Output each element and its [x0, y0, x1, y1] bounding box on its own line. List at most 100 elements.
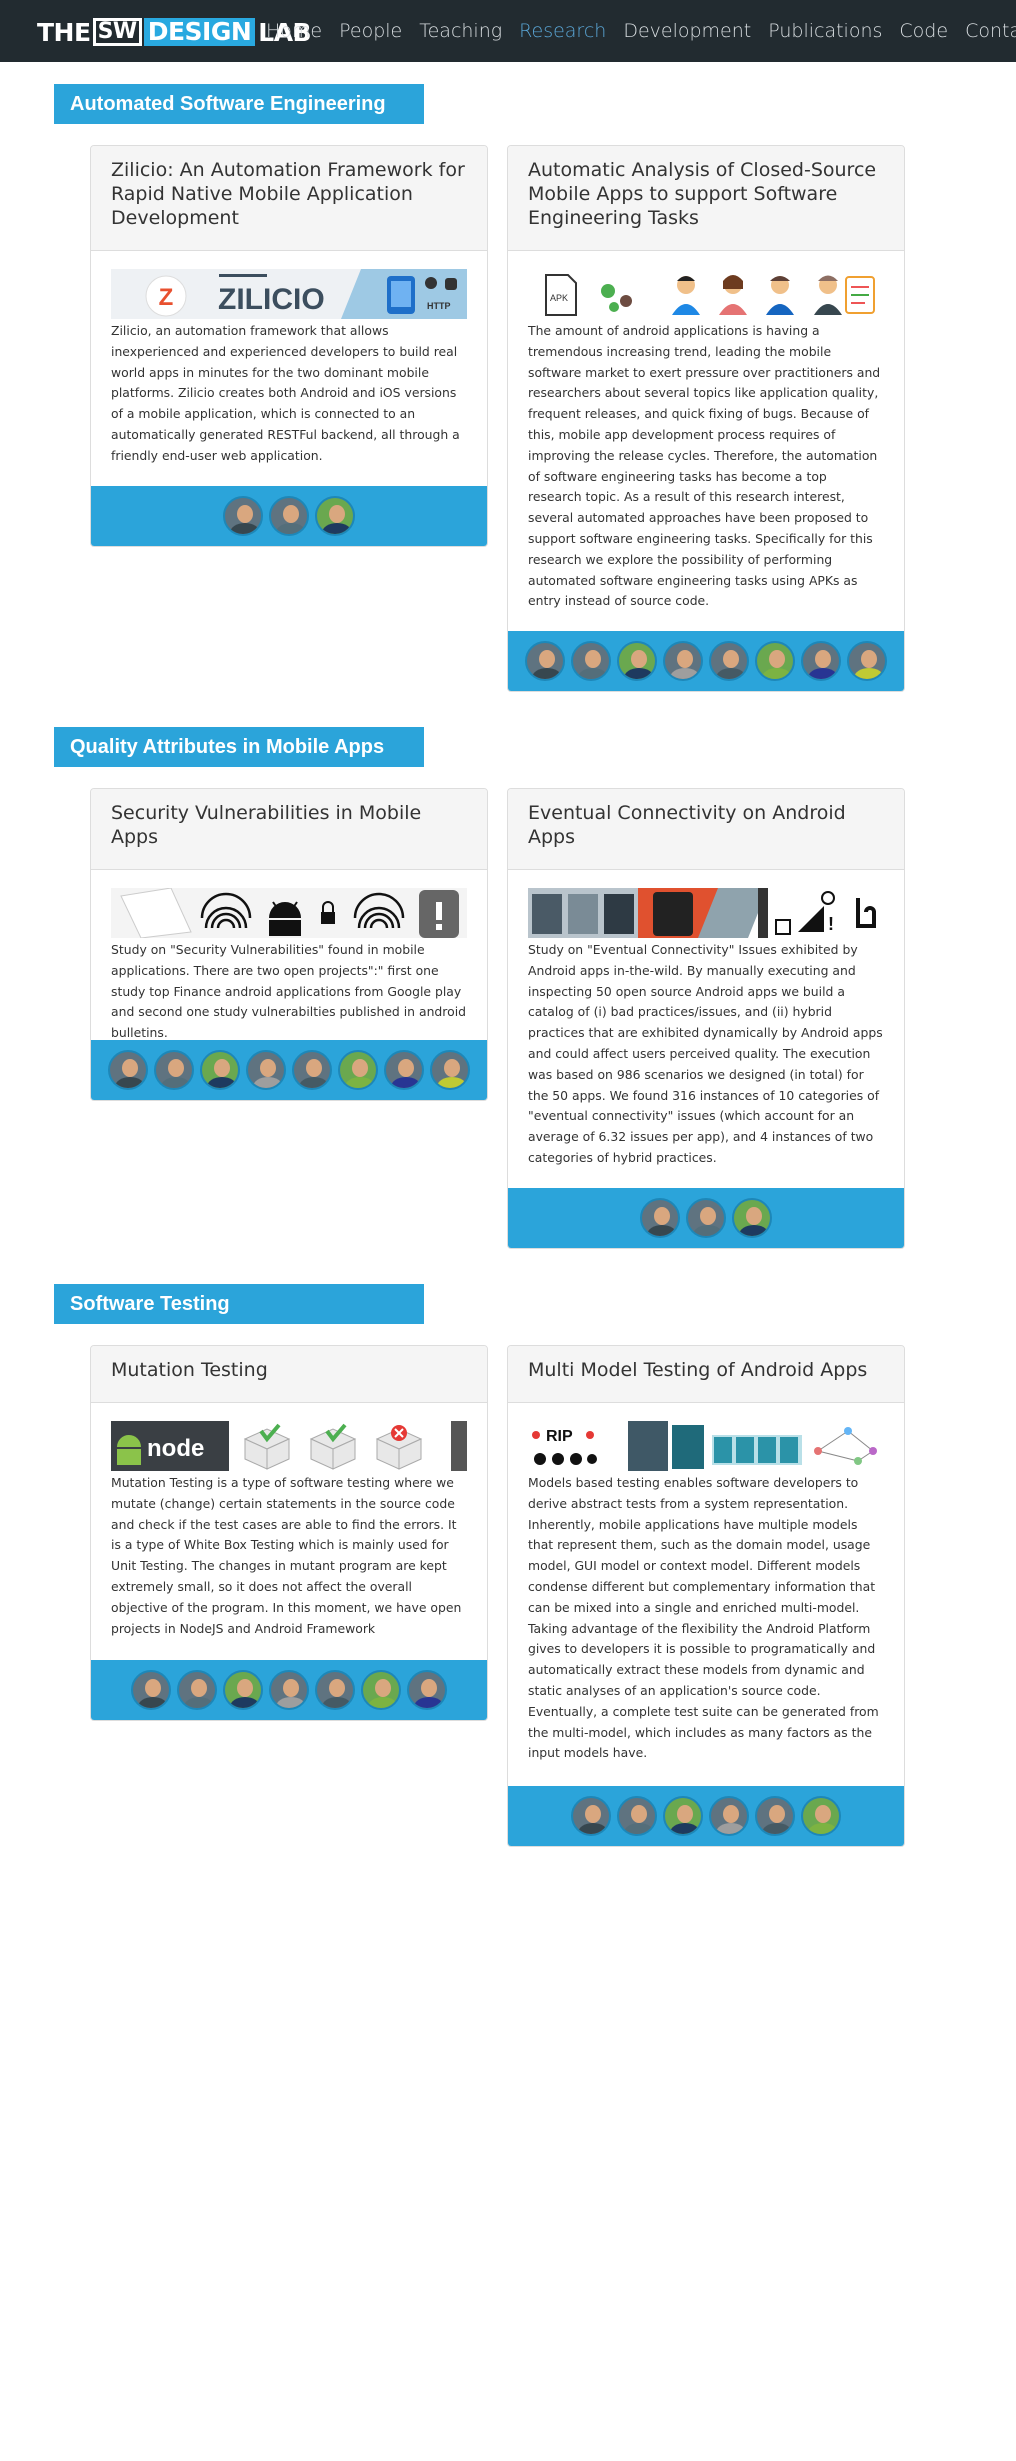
apk-analysis-banner-icon: APK	[528, 269, 884, 319]
team-avatars	[91, 1040, 487, 1100]
nav-teaching[interactable]: Teaching	[419, 20, 502, 42]
card-title[interactable]: Automatic Analysis of Closed-Source Mobi…	[508, 146, 904, 251]
card-title[interactable]: Multi Model Testing of Android Apps	[508, 1346, 904, 1403]
team-member-avatar[interactable]	[847, 641, 887, 681]
team-member-avatar[interactable]	[755, 1796, 795, 1836]
avatar-head	[352, 1059, 368, 1077]
team-member-avatar[interactable]	[801, 1796, 841, 1836]
avatar-body	[345, 1077, 375, 1088]
avatar-body	[739, 1225, 769, 1236]
avatar-body	[276, 1697, 306, 1708]
svg-text:ZILICIO: ZILICIO	[218, 283, 325, 316]
team-member-avatar[interactable]	[709, 641, 749, 681]
card-description: Models based testing enables software de…	[528, 1475, 879, 1761]
avatar-body	[437, 1077, 467, 1088]
team-member-avatar[interactable]	[338, 1050, 378, 1090]
team-member-avatar[interactable]	[663, 641, 703, 681]
section-title-software-testing: Software Testing	[54, 1284, 424, 1324]
team-member-avatar[interactable]	[223, 1670, 263, 1710]
team-member-avatar[interactable]	[407, 1670, 447, 1710]
connectivity-banner-icon: !	[528, 888, 884, 938]
section-title-quality-attributes: Quality Attributes in Mobile Apps	[54, 727, 424, 767]
card-title[interactable]: Zilicio: An Automation Framework for Rap…	[91, 146, 487, 251]
card-title[interactable]: Mutation Testing	[91, 1346, 487, 1403]
project-image-mutation: node	[111, 1421, 467, 1471]
team-member-avatar[interactable]	[571, 641, 611, 681]
team-member-avatar[interactable]	[315, 496, 355, 536]
team-avatars	[508, 631, 904, 691]
team-member-avatar[interactable]	[200, 1050, 240, 1090]
avatar-head	[306, 1059, 322, 1077]
team-member-avatar[interactable]	[663, 1796, 703, 1836]
avatar-head	[191, 1679, 207, 1697]
card-title[interactable]: Security Vulnerabilities in Mobile Apps	[91, 789, 487, 870]
team-member-avatar[interactable]	[154, 1050, 194, 1090]
avatar-head	[700, 1207, 716, 1225]
avatar-body	[624, 1823, 654, 1834]
team-member-avatar[interactable]	[617, 641, 657, 681]
project-image-multi-model: RIP	[528, 1421, 884, 1471]
avatar-body	[854, 668, 884, 679]
card-description: Study on "Eventual Connectivity" Issues …	[528, 942, 883, 1165]
avatar-head	[769, 650, 785, 668]
team-member-avatar[interactable]	[223, 496, 263, 536]
team-member-avatar[interactable]	[571, 1796, 611, 1836]
team-member-avatar[interactable]	[269, 496, 309, 536]
nav-contact[interactable]: Contact	[965, 20, 1016, 42]
team-member-avatar[interactable]	[361, 1670, 401, 1710]
team-avatars	[508, 1188, 904, 1248]
team-member-avatar[interactable]	[177, 1670, 217, 1710]
avatar-body	[115, 1077, 145, 1088]
team-avatars	[91, 486, 487, 546]
project-image-security	[111, 888, 467, 938]
nav-research[interactable]: Research	[519, 20, 606, 42]
team-member-avatar[interactable]	[640, 1198, 680, 1238]
team-member-avatar[interactable]	[686, 1198, 726, 1238]
team-avatars	[91, 1660, 487, 1720]
avatar-body	[368, 1697, 398, 1708]
team-member-avatar[interactable]	[732, 1198, 772, 1238]
card-description: Zilicio, an automation framework that al…	[111, 323, 460, 463]
team-member-avatar[interactable]	[384, 1050, 424, 1090]
team-member-avatar[interactable]	[108, 1050, 148, 1090]
card-description: Mutation Testing is a type of software t…	[111, 1475, 462, 1636]
project-image-zilicio: Z ZILICIO HTTP	[111, 269, 467, 319]
avatar-head	[329, 1679, 345, 1697]
team-member-avatar[interactable]	[430, 1050, 470, 1090]
avatar-body	[184, 1697, 214, 1708]
team-member-avatar[interactable]	[525, 641, 565, 681]
team-member-avatar[interactable]	[801, 641, 841, 681]
team-member-avatar[interactable]	[709, 1796, 749, 1836]
avatar-body	[716, 1823, 746, 1834]
avatar-head	[375, 1679, 391, 1697]
avatar-head	[723, 1805, 739, 1823]
nav-publications[interactable]: Publications	[768, 20, 882, 42]
nav-people[interactable]: People	[339, 20, 402, 42]
avatar-head	[654, 1207, 670, 1225]
avatar-body	[762, 668, 792, 679]
team-member-avatar[interactable]	[269, 1670, 309, 1710]
team-member-avatar[interactable]	[292, 1050, 332, 1090]
avatar-head	[329, 505, 345, 523]
avatar-body	[322, 523, 352, 534]
project-image-apk-analysis: APK	[528, 269, 884, 319]
nav-code[interactable]: Code	[899, 20, 948, 42]
avatar-body	[670, 1823, 700, 1834]
avatar-body	[207, 1077, 237, 1088]
team-member-avatar[interactable]	[617, 1796, 657, 1836]
team-member-avatar[interactable]	[315, 1670, 355, 1710]
team-member-avatar[interactable]	[755, 641, 795, 681]
avatar-body	[161, 1077, 191, 1088]
nav-home[interactable]: Home	[266, 20, 322, 42]
svg-text:Z: Z	[159, 284, 174, 311]
logo-the: THE	[37, 17, 91, 47]
avatar-head	[237, 505, 253, 523]
avatar-head	[283, 505, 299, 523]
team-member-avatar[interactable]	[131, 1670, 171, 1710]
navbar: THE SW DESIGN LAB Home People Teaching R…	[0, 0, 1016, 62]
main-nav: Home People Teaching Research Developmen…	[266, 0, 1016, 62]
avatar-body	[693, 1225, 723, 1236]
team-member-avatar[interactable]	[246, 1050, 286, 1090]
nav-development[interactable]: Development	[623, 20, 751, 42]
card-title[interactable]: Eventual Connectivity on Android Apps	[508, 789, 904, 870]
